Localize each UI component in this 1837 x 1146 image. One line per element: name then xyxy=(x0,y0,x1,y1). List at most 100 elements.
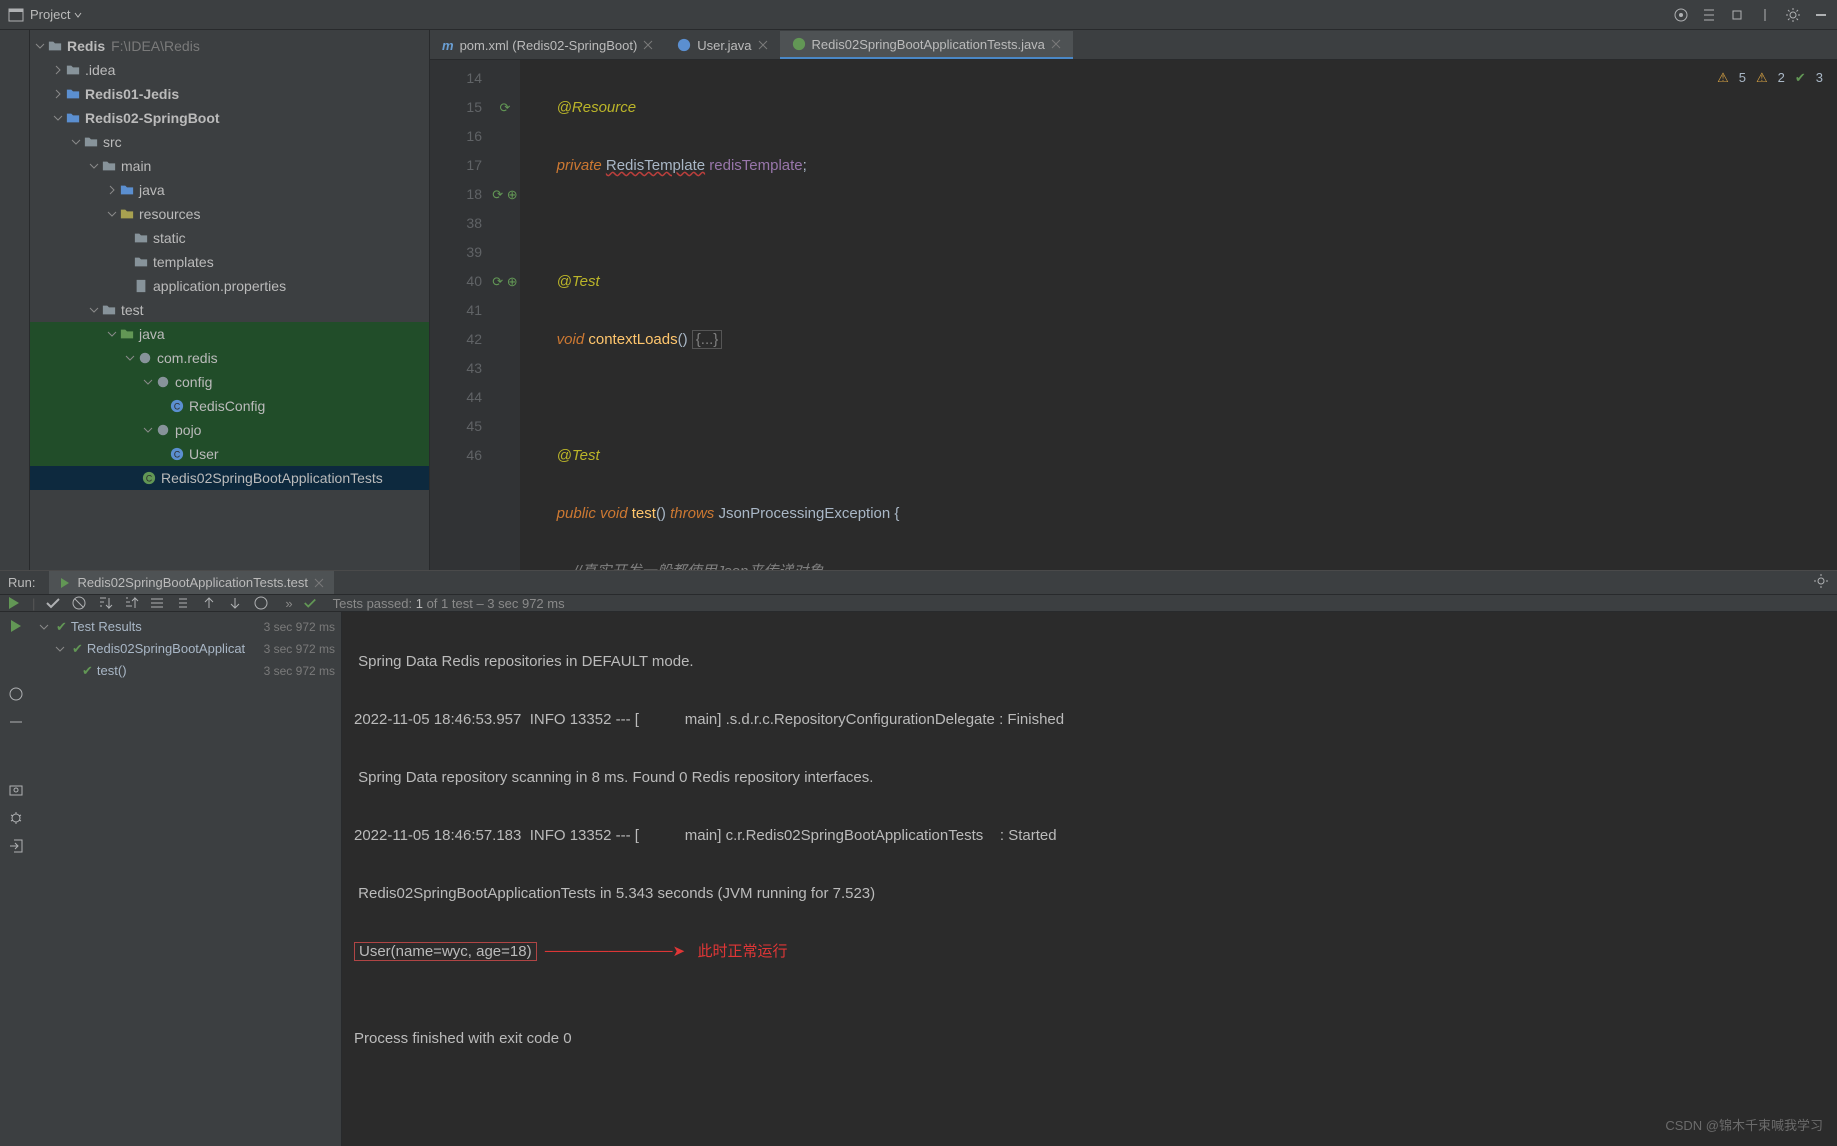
project-tree[interactable]: Redis F:\IDEA\Redis .idea Redis01-Jedis … xyxy=(30,30,430,570)
run-gutter-icon[interactable]: ⟳ ⊕ xyxy=(490,180,520,209)
tree-item-main[interactable]: main xyxy=(30,154,429,178)
check-icon[interactable] xyxy=(45,595,61,611)
tree-item-src[interactable]: src xyxy=(30,130,429,154)
exit-icon[interactable] xyxy=(8,838,24,854)
svg-text:C: C xyxy=(146,474,152,484)
expand-all-icon[interactable] xyxy=(149,595,165,611)
close-icon[interactable] xyxy=(643,40,653,50)
collapse-all-icon[interactable] xyxy=(175,595,191,611)
chevron-down-icon xyxy=(38,621,50,633)
folder-icon xyxy=(66,63,80,77)
tree-item-resources[interactable]: resources xyxy=(30,202,429,226)
tree-item-idea[interactable]: .idea xyxy=(30,58,429,82)
tree-item-test[interactable]: test xyxy=(30,298,429,322)
console-output[interactable]: Spring Data Redis repositories in DEFAUL… xyxy=(342,612,1837,1146)
warning-icon: ⚠ xyxy=(1717,70,1729,86)
down-icon[interactable] xyxy=(227,595,243,611)
chevron-down-icon xyxy=(74,11,82,19)
project-toolbar: Project xyxy=(0,0,1837,30)
code-area[interactable]: @Resource private RedisTemplate redisTem… xyxy=(520,60,1837,570)
tree-item-java[interactable]: java xyxy=(30,178,429,202)
camera-icon[interactable] xyxy=(8,782,24,798)
editor-tabs: mpom.xml (Redis02-SpringBoot) User.java … xyxy=(430,30,1837,60)
test-root[interactable]: ✔ Test Results 3 sec 972 ms xyxy=(38,616,335,638)
folder-icon xyxy=(84,135,98,149)
tab-tests[interactable]: Redis02SpringBootApplicationTests.java xyxy=(780,31,1073,59)
tree-item-static[interactable]: static xyxy=(30,226,429,250)
line-numbers: 1415161718383940414243444546 xyxy=(430,60,490,570)
divide-icon[interactable] xyxy=(1757,7,1773,23)
chevron-right-icon xyxy=(52,64,64,76)
test-class[interactable]: ✔ Redis02SpringBootApplicat 3 sec 972 ms xyxy=(38,638,335,660)
close-icon[interactable] xyxy=(314,578,324,588)
gear-icon[interactable] xyxy=(1785,7,1801,23)
sort-down-icon[interactable] xyxy=(97,595,113,611)
rerun-icon[interactable] xyxy=(8,618,24,634)
project-icon xyxy=(8,7,24,23)
arrow-icon: ────────────➤ xyxy=(537,943,698,960)
project-dropdown[interactable]: Project xyxy=(30,7,82,22)
class-icon xyxy=(677,38,691,52)
tab-pom[interactable]: mpom.xml (Redis02-SpringBoot) xyxy=(430,31,665,59)
package-icon xyxy=(156,423,170,437)
disable-icon[interactable] xyxy=(71,595,87,611)
run-label: Run: xyxy=(8,575,35,590)
folder-icon xyxy=(102,303,116,317)
tree-item-mod1[interactable]: Redis01-Jedis xyxy=(30,82,429,106)
tab-user[interactable]: User.java xyxy=(665,31,779,59)
run-config-icon xyxy=(59,577,71,589)
chevron-down-icon xyxy=(70,136,82,148)
export-icon[interactable] xyxy=(253,595,269,611)
collapse-icon[interactable] xyxy=(1701,7,1717,23)
bug-icon[interactable] xyxy=(8,810,24,826)
project-label: Project xyxy=(30,7,70,22)
chevron-down-icon xyxy=(142,424,154,436)
watermark: CSDN @锦木千束喊我学习 xyxy=(1665,1111,1823,1140)
up-icon[interactable] xyxy=(201,595,217,611)
folder-icon xyxy=(134,231,148,245)
chevron-right-icon xyxy=(52,88,64,100)
tree-path: F:\IDEA\Redis xyxy=(111,35,200,57)
tree-item-templates[interactable]: templates xyxy=(30,250,429,274)
toggle-icon[interactable] xyxy=(8,686,24,702)
test-folder-icon xyxy=(120,327,134,341)
tree-item-test-java[interactable]: java xyxy=(30,322,429,346)
test-tree[interactable]: ✔ Test Results 3 sec 972 ms ✔ Redis02Spr… xyxy=(32,612,342,1146)
close-icon[interactable] xyxy=(1051,39,1061,49)
tests-passed: Tests passed: 1 of 1 test – 3 sec 972 ms xyxy=(333,596,565,611)
tree-item-user[interactable]: C User xyxy=(30,442,429,466)
gutter-icons[interactable]: ⟳ ⟳ ⊕ ⟳ ⊕ xyxy=(490,60,520,570)
run-tab[interactable]: Redis02SpringBootApplicationTests.test xyxy=(49,571,334,594)
tree-item-pkg[interactable]: com.redis xyxy=(30,346,429,370)
svg-text:C: C xyxy=(174,450,180,460)
run-side-toolbar xyxy=(0,612,32,1146)
class-icon: C xyxy=(170,399,184,413)
sort-up-icon[interactable] xyxy=(123,595,139,611)
class-icon: C xyxy=(170,447,184,461)
expand-icon[interactable] xyxy=(1729,7,1745,23)
tree-item-tests[interactable]: C Redis02SpringBootApplicationTests xyxy=(30,466,429,490)
source-folder-icon xyxy=(120,183,134,197)
rerun-icon[interactable] xyxy=(6,595,22,611)
inspection-bar[interactable]: ⚠5 ⚠2 ✔3 xyxy=(1717,70,1823,86)
minimize-icon[interactable] xyxy=(1813,7,1829,23)
class-icon: C xyxy=(142,471,156,485)
tree-item-appprops[interactable]: application.properties xyxy=(30,274,429,298)
check-icon xyxy=(303,596,317,610)
tree-item-mod2[interactable]: Redis02-SpringBoot xyxy=(30,106,429,130)
chevron-down-icon xyxy=(106,328,118,340)
close-icon[interactable] xyxy=(758,40,768,50)
svg-text:C: C xyxy=(174,402,180,412)
tree-root[interactable]: Redis F:\IDEA\Redis xyxy=(30,34,429,58)
tree-item-pojo[interactable]: pojo xyxy=(30,418,429,442)
run-gutter-icon[interactable]: ⟳ ⊕ xyxy=(490,267,520,296)
chevron-down-icon xyxy=(124,352,136,364)
tree-item-redisconfig[interactable]: C RedisConfig xyxy=(30,394,429,418)
target-icon[interactable] xyxy=(1673,7,1689,23)
gear-icon[interactable] xyxy=(1813,573,1829,589)
test-method[interactable]: ✔ test() 3 sec 972 ms xyxy=(38,660,335,682)
run-gutter-icon[interactable]: ⟳ xyxy=(490,93,520,122)
highlighted-output: User(name=wyc, age=18) xyxy=(354,942,537,961)
settings-icon[interactable] xyxy=(8,714,24,730)
tree-item-config[interactable]: config xyxy=(30,370,429,394)
